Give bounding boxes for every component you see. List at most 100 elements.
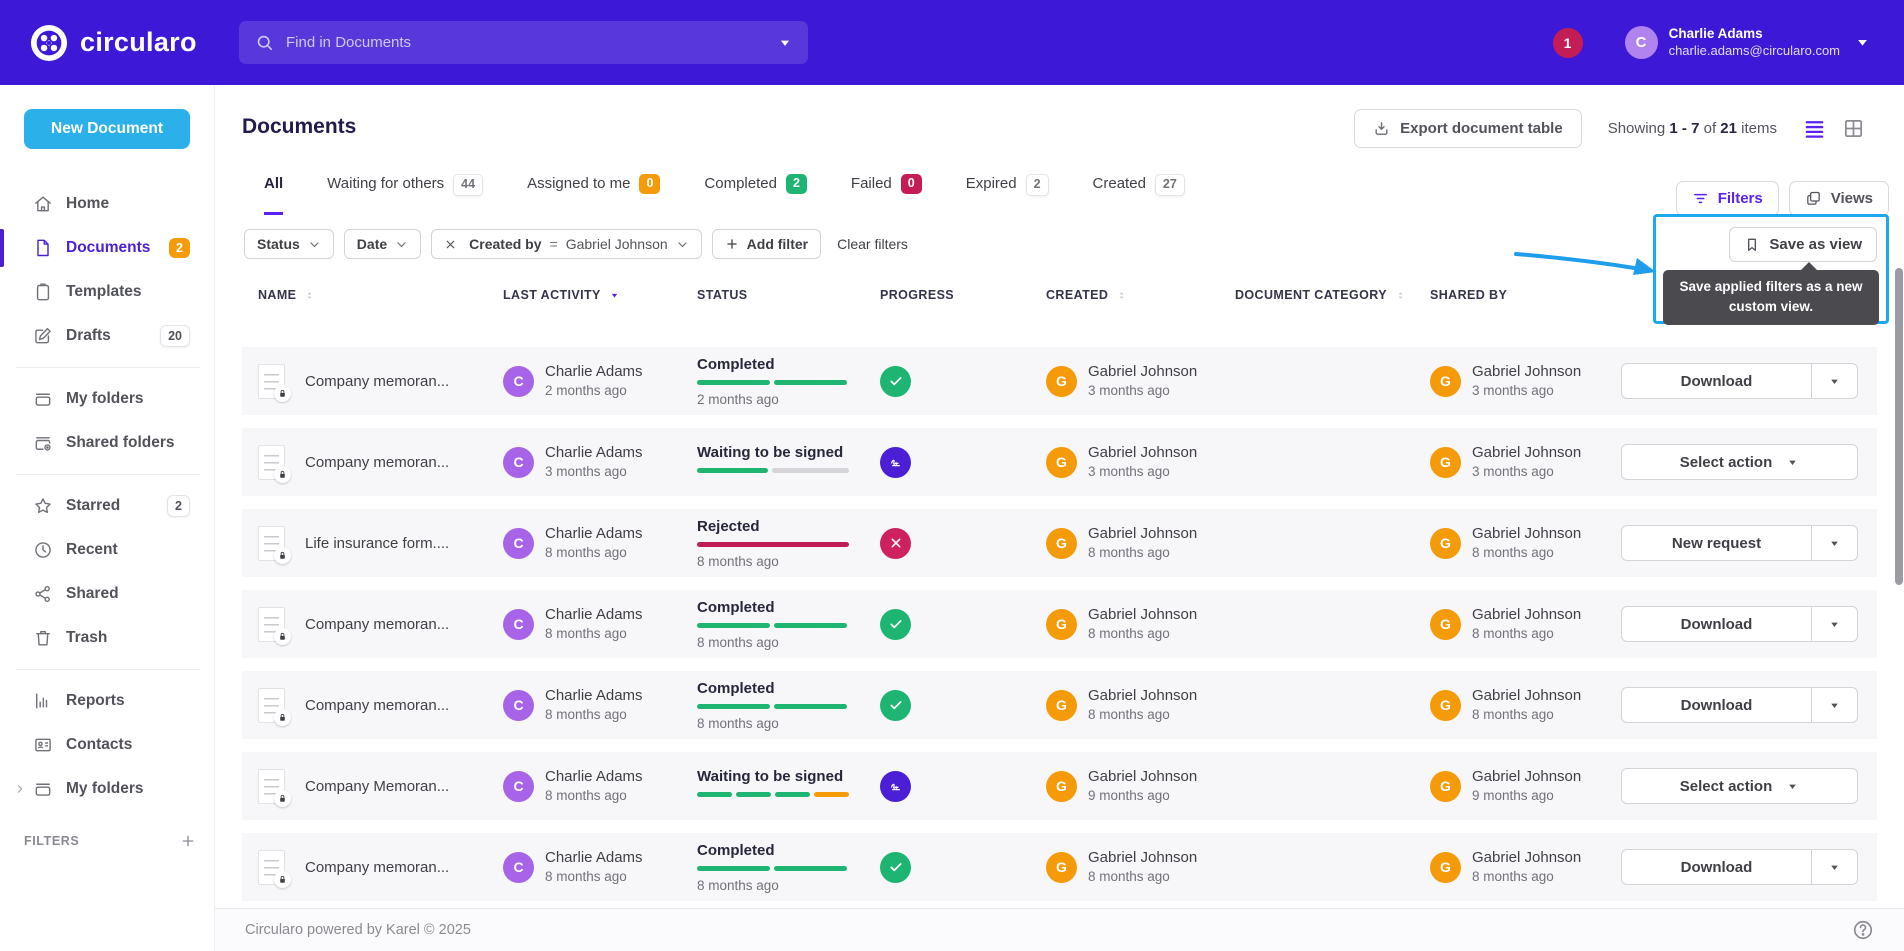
tab-failed[interactable]: Failed 0 [850,174,922,215]
sidebar-item-contacts[interactable]: Contacts [0,723,214,767]
sidebar-item-my-folders[interactable]: My folders [0,767,214,811]
sidebar-item-shared-folders[interactable]: Shared folders [0,421,214,465]
column-label: STATUS [697,288,748,302]
save-as-view-button[interactable]: Save as view [1729,227,1877,262]
vertical-scrollbar[interactable] [1895,268,1903,585]
action-dropdown-toggle[interactable] [1811,850,1857,884]
tab-label: Failed [850,175,892,192]
new-document-button[interactable]: New Document [24,109,190,149]
tab-waiting-for-others[interactable]: Waiting for others 44 [327,174,484,215]
action-button-download[interactable]: Download [1621,363,1858,399]
grid-view-icon[interactable] [1842,117,1865,140]
progress-segment [773,622,847,628]
action-label[interactable]: Download [1622,688,1811,722]
sidebar-item-trash[interactable]: Trash [0,616,214,660]
action-button-select-action[interactable]: Select action [1621,444,1858,480]
document-name-cell: Company memoran... [258,363,503,402]
document-name[interactable]: Company memoran... [305,373,449,390]
export-document-table-button[interactable]: Export document table [1354,109,1582,148]
sidebar-item-recent[interactable]: Recent [0,528,214,572]
progress-bar [697,468,849,473]
action-button-select-action[interactable]: Select action [1621,768,1858,804]
document-name[interactable]: Company memoran... [305,454,449,471]
action-label[interactable]: New request [1622,526,1811,560]
action-label[interactable]: Download [1622,607,1811,641]
chevron-down-icon [395,238,408,251]
sidebar-item-label: Trash [66,629,108,646]
filters-button[interactable]: Filters [1675,181,1779,216]
sidebar-item-templates[interactable]: Templates [0,270,214,314]
person-name: Gabriel Johnson [1472,443,1582,461]
action-dropdown-toggle[interactable] [1811,526,1857,560]
global-search[interactable] [239,21,808,64]
user-menu[interactable]: C Charlie Adams charlie.adams@circularo.… [1624,25,1870,59]
list-view-icon[interactable] [1803,117,1826,140]
table-row[interactable]: Company Memoran... C Charlie Adams 8 months… [242,752,1877,820]
table-row[interactable]: Company memoran... C Charlie Adams 2 months… [242,347,1877,415]
filter-chip-created-by[interactable]: Created by = Gabriel Johnson [431,229,702,259]
person-time: 8 months ago [1472,707,1554,723]
add-saved-filter-icon[interactable] [180,833,196,849]
filter-chip-add-filter[interactable]: Add filter [711,229,822,259]
filter-chip-status[interactable]: Status [244,229,334,259]
action-label[interactable]: Download [1622,850,1811,884]
document-name[interactable]: Company memoran... [305,616,449,633]
search-input[interactable] [286,34,778,51]
person-time: 9 months ago [1088,788,1170,804]
tab-assigned-to-me[interactable]: Assigned to me 0 [527,174,661,215]
brand[interactable]: circularo [30,24,205,62]
notifications-badge[interactable]: 1 [1552,27,1583,58]
search-scope-caret-icon[interactable] [778,36,792,50]
help-icon[interactable] [1852,919,1874,941]
shared-by-cell: G Gabriel Johnson 3 months ago [1430,362,1621,400]
views-button[interactable]: Views [1788,181,1889,216]
tab-created[interactable]: Created 27 [1093,174,1185,215]
column-header-name[interactable]: NAME [258,288,503,302]
action-button-download[interactable]: Download [1621,849,1858,885]
action-dropdown-toggle[interactable] [1811,688,1857,722]
action-dropdown-toggle[interactable] [1811,364,1857,398]
shared-by-cell: G Gabriel Johnson 3 months ago [1430,443,1621,481]
column-header-last-activity[interactable]: LAST ACTIVITY [503,288,697,302]
sidebar-item-documents[interactable]: Documents 2 [0,226,214,270]
clear-filters-button[interactable]: Clear filters [837,236,908,252]
sidebar-item-home[interactable]: Home [0,182,214,226]
tab-all[interactable]: All [264,175,284,215]
table-row[interactable]: Life insurance form.... C Charlie Adams 8 m… [242,509,1877,577]
action-dropdown-toggle[interactable] [1811,607,1857,641]
sidebar-item-my-folders[interactable]: My folders [0,377,214,421]
sort-both-icon [1115,289,1128,302]
tab-expired[interactable]: Expired 2 [966,174,1049,215]
tab-completed[interactable]: Completed 2 [704,174,807,215]
chevron-down-icon [1855,35,1870,50]
document-name[interactable]: Life insurance form.... [305,535,449,552]
action-label[interactable]: Download [1622,364,1811,398]
document-name[interactable]: Company Memoran... [305,778,449,795]
pen-icon [888,778,904,794]
document-name[interactable]: Company memoran... [305,697,449,714]
brand-name: circularo [80,27,197,57]
status-label: Completed [697,598,775,616]
action-button-download[interactable]: Download [1621,687,1858,723]
column-header-created[interactable]: CREATED [1046,288,1235,302]
sidebar-item-reports[interactable]: Reports [0,679,214,723]
action-button-download[interactable]: Download [1621,606,1858,642]
sidebar-item-starred[interactable]: Starred 2 [0,484,214,528]
filter-chip-date[interactable]: Date [343,229,422,259]
table-row[interactable]: Company memoran... C Charlie Adams 8 months… [242,833,1877,901]
sidebar-item-shared[interactable]: Shared [0,572,214,616]
action-button-new-request[interactable]: New request [1621,525,1858,561]
table-row[interactable]: Company memoran... C Charlie Adams 8 months… [242,671,1877,739]
table-row[interactable]: Company memoran... C Charlie Adams 8 months… [242,590,1877,658]
document-name[interactable]: Company memoran... [305,859,449,876]
action-cell: Download [1621,363,1864,399]
sidebar-item-label: Reports [66,692,125,709]
table-row[interactable]: Company memoran... C Charlie Adams 3 months… [242,428,1877,496]
caret-down-icon [1828,699,1841,712]
lock-icon-badge [274,546,291,564]
sidebar-item-drafts[interactable]: Drafts 20 [0,314,214,358]
status-label: Waiting to be signed [697,444,844,461]
column-header-document-category[interactable]: DOCUMENT CATEGORY [1235,288,1430,302]
status-time: 8 months ago [697,553,779,569]
views-icon [1805,190,1822,207]
